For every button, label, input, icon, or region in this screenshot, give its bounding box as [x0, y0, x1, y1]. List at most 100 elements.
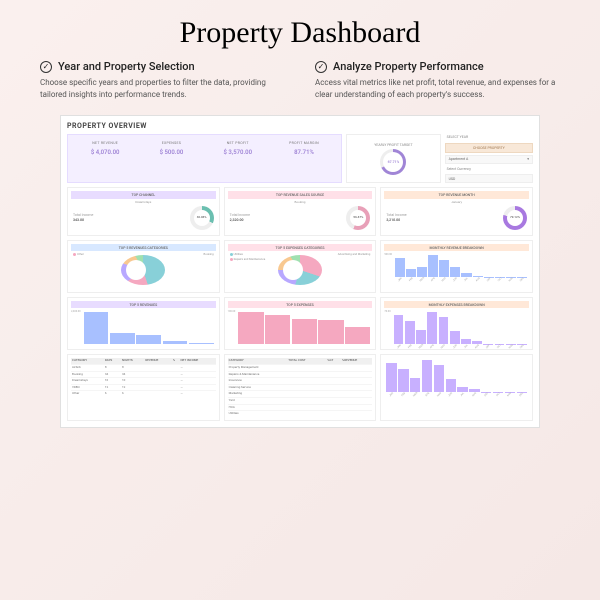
bar-chart — [393, 253, 529, 277]
kpi-profit-margin: PROFIT MARGIN 87.71% — [271, 141, 337, 176]
kpi-label: NET PROFIT — [205, 141, 271, 145]
selectors-panel: SELECT YEAR CHOOSE PROPERTY Apartment A … — [445, 134, 533, 183]
stat-value: 3,210.00 — [386, 218, 500, 222]
legend-label: Advertising and Marketing — [338, 253, 371, 256]
table-row: Cleaning Service — [228, 384, 373, 391]
stat-label: Total Income — [230, 213, 344, 217]
table-row: Dreamstays1010— — [71, 378, 216, 385]
check-icon: ✓ — [40, 61, 52, 73]
card-top-revenue-source: TOP REVENUE SALES SOURCE Booking Total I… — [224, 187, 377, 236]
x-axis: JANFEBMARAPRMAYJUNJULAUGSEPOCTNOVDEC — [384, 392, 529, 396]
table-row: Airbnb88— — [71, 365, 216, 372]
currency-label: Select Currency — [445, 166, 533, 172]
feature-title: Analyze Property Performance — [333, 60, 484, 73]
card-monthly-revenue: MONTHLY REVENUE BREAKDOWN 500.00 JANFEBM… — [380, 240, 533, 293]
kpi-value: $ 4,070.00 — [72, 149, 138, 156]
table-row: VRBO1212— — [71, 384, 216, 391]
year-label: SELECT YEAR — [445, 134, 533, 140]
kpi-label: NET REVENUE — [72, 141, 138, 145]
donut-value: 32.03% — [194, 210, 210, 226]
donut-chart-icon — [121, 255, 165, 285]
card-top5-revenues: TOP 5 REVENUES 2,400.00 — [67, 297, 220, 350]
stat-value: 2,320.00 — [230, 218, 344, 222]
card-top-channel: TOP CHANNEL Dreamstays Total Income 343.… — [67, 187, 220, 236]
donut-chart-icon — [278, 255, 322, 285]
card-header: TOP REVENUE MONTH — [384, 191, 529, 198]
kpi-row: NET REVENUE $ 4,070.00 EXPENSES $ 500.00… — [67, 134, 342, 183]
card-header: TOP 5 REVENUES — [71, 301, 216, 308]
gauge-ring-icon: 67.71% — [380, 149, 406, 175]
bar-chart — [82, 310, 216, 344]
y-axis-label: 100.00 — [228, 310, 236, 346]
legend-label: Booking — [204, 253, 214, 256]
table-row: Booking3434— — [71, 371, 216, 378]
table-row: Yard — [228, 398, 373, 405]
legend-label: Other — [77, 253, 84, 256]
y-axis-label: 2,400.00 — [71, 310, 81, 346]
card-header: MONTHLY EXPENSES BREAKDOWN — [384, 301, 529, 308]
bar-chart — [384, 358, 529, 392]
data-table: CATEGORYTOTAL COST%GT%REVENUEProperty Ma… — [228, 358, 373, 416]
card-header: TOP REVENUE SALES SOURCE — [228, 191, 373, 198]
donut-chart-icon: 56.47% — [346, 206, 370, 230]
gauge-yearly-target: YEARLY PROFIT TARGET 67.71% — [346, 134, 440, 183]
donut-value: 79.12% — [507, 210, 523, 226]
table-row: HOA — [228, 404, 373, 411]
legend: Other — [71, 253, 119, 287]
stat-label: Total Income — [386, 213, 500, 217]
kpi-value: $ 500.00 — [138, 149, 204, 156]
currency-value: USD — [449, 177, 456, 181]
table-row: Repairs & Maintenance — [228, 371, 373, 378]
gauge-value: 67.71% — [383, 152, 403, 172]
gauge-label: YEARLY PROFIT TARGET — [374, 143, 412, 147]
card-header: TOP 5 EXPENSES — [228, 301, 373, 308]
card-header: MONTHLY REVENUE BREAKDOWN — [384, 244, 529, 251]
feature-desc: Choose specific years and properties to … — [40, 77, 285, 101]
feature-desc: Access vital metrics like net profit, to… — [315, 77, 560, 101]
x-axis: JANFEBMARAPRMAYJUNJULAUGSEPOCTNOVDEC — [393, 277, 529, 281]
table-expense-categories: CATEGORYTOTAL COST%GT%REVENUEProperty Ma… — [224, 354, 377, 420]
card-bottom-right: JANFEBMARAPRMAYJUNJULAUGSEPOCTNOVDEC — [380, 354, 533, 420]
table-revenue-categories: CATEGORYDAYSNIGHTSREVENUE%NET INCOMEAirb… — [67, 354, 220, 420]
bar-chart — [236, 310, 372, 344]
card-header: TOP CHANNEL — [71, 191, 216, 198]
table-row: Property Management — [228, 365, 373, 372]
table-row: Utilities — [228, 411, 373, 417]
legend: Utilities Repairs and Maintenance — [228, 253, 276, 287]
features-row: ✓ Year and Property Selection Choose spe… — [0, 60, 600, 115]
card-monthly-expenses: MONTHLY EXPENSES BREAKDOWN 70.00 JANFEBM… — [380, 297, 533, 350]
property-value: Apartment A — [449, 157, 469, 161]
kpi-net-revenue: NET REVENUE $ 4,070.00 — [72, 141, 138, 176]
y-axis-label: 500.00 — [384, 253, 392, 289]
chevron-down-icon: ▾ — [527, 157, 529, 161]
stat-value: 343.00 — [73, 218, 187, 222]
y-axis-label: 70.00 — [384, 310, 390, 346]
donut-chart-icon: 79.12% — [503, 206, 527, 230]
choose-property-button[interactable]: CHOOSE PROPERTY — [445, 143, 533, 153]
card-exp-categories: TOP 5 EXPENSES CATEGORIES Utilities Repa… — [224, 240, 377, 293]
card-top5-expenses: TOP 5 EXPENSES 100.00 — [224, 297, 377, 350]
card-header: TOP 5 REVENUES CATEGORIES — [71, 244, 216, 251]
legend: Booking — [167, 253, 215, 287]
table-row: Insurance — [228, 378, 373, 385]
stat-label: Total Income — [73, 213, 187, 217]
card-top-revenue-month: TOP REVENUE MONTH January Total Income 3… — [380, 187, 533, 236]
kpi-value: $ 3,570.00 — [205, 149, 271, 156]
bar-chart — [392, 310, 529, 344]
feature-title: Year and Property Selection — [58, 60, 195, 73]
card-header: TOP 5 EXPENSES CATEGORIES — [228, 244, 373, 251]
dashboard-panel: PROPERTY OVERVIEW NET REVENUE $ 4,070.00… — [60, 115, 540, 428]
data-table: CATEGORYDAYSNIGHTSREVENUE%NET INCOMEAirb… — [71, 358, 216, 397]
table-row: Other66— — [71, 391, 216, 397]
donut-value: 56.47% — [350, 210, 366, 226]
dashboard-title: PROPERTY OVERVIEW — [67, 122, 533, 130]
currency-select[interactable]: USD — [445, 174, 533, 183]
kpi-label: EXPENSES — [138, 141, 204, 145]
kpi-expenses: EXPENSES $ 500.00 — [138, 141, 204, 176]
check-icon: ✓ — [315, 61, 327, 73]
page-title: Property Dashboard — [0, 0, 600, 60]
kpi-value: 87.71% — [271, 149, 337, 156]
property-select[interactable]: Apartment A ▾ — [445, 155, 533, 164]
table-row: Marketing — [228, 391, 373, 398]
card-rev-categories: TOP 5 REVENUES CATEGORIES Other Booking — [67, 240, 220, 293]
